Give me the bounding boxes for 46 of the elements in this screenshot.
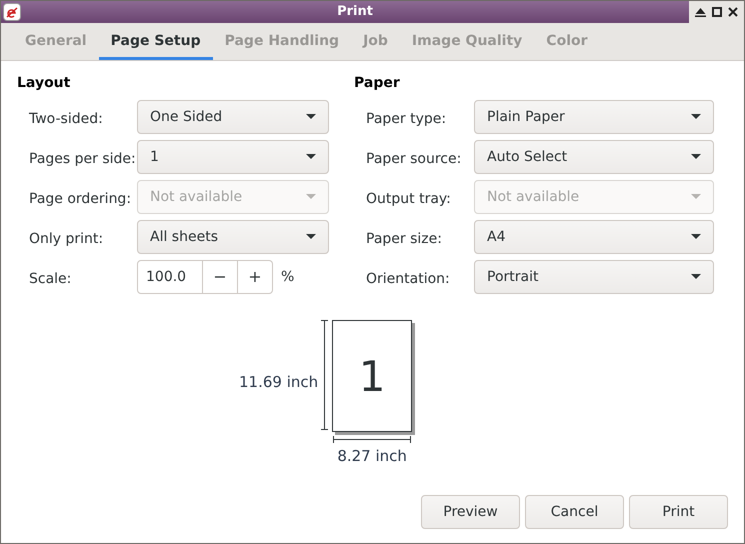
- dropdown[interactable]: 1: [137, 140, 329, 174]
- maximize-icon[interactable]: [712, 7, 722, 17]
- field-label: Paper type:: [366, 110, 448, 128]
- caret-icon: [691, 274, 701, 280]
- window-title: Print: [337, 3, 373, 22]
- field-label: Paper source:: [366, 150, 462, 168]
- caret-icon: [306, 194, 316, 200]
- height-dimension-icon: [321, 320, 328, 430]
- increase-button[interactable]: +: [238, 260, 273, 294]
- page-preview: 1: [332, 320, 412, 432]
- width-dimension-icon: [333, 436, 412, 443]
- field-label: Output tray:: [366, 190, 452, 208]
- decrease-button[interactable]: −: [203, 260, 238, 294]
- caret-icon: [691, 154, 701, 160]
- caret-icon: [691, 234, 701, 240]
- dropdown[interactable]: Plain Paper: [474, 100, 714, 134]
- unit-label: %: [281, 268, 294, 286]
- page-height-label: 11.69 inch: [239, 372, 318, 393]
- dropdown[interactable]: All sheets: [137, 220, 329, 254]
- field-label: Scale:: [29, 270, 72, 288]
- caret-icon: [691, 194, 701, 200]
- caret-icon: [306, 154, 316, 160]
- field-label: Paper size:: [366, 230, 443, 248]
- close-icon[interactable]: [728, 7, 738, 17]
- caret-icon: [691, 114, 701, 120]
- dialog-button[interactable]: Cancel: [525, 495, 624, 529]
- dropdown[interactable]: Portrait: [474, 260, 714, 294]
- field-label: Orientation:: [366, 270, 451, 288]
- shade-icon[interactable]: [695, 7, 706, 17]
- scale-field[interactable]: 100.0: [137, 260, 203, 294]
- dialog-button[interactable]: Print: [629, 495, 728, 529]
- dropdown[interactable]: Auto Select: [474, 140, 714, 174]
- tab[interactable]: Page Setup: [98, 23, 213, 60]
- page-width-label: 8.27 inch: [337, 446, 407, 467]
- dropdown[interactable]: One Sided: [137, 100, 329, 134]
- app-icon: [3, 3, 21, 21]
- dialog-button[interactable]: Preview: [421, 495, 520, 529]
- section-heading: Layout: [17, 74, 72, 93]
- field-label: Pages per side:: [29, 150, 137, 168]
- section-heading: Paper: [354, 74, 401, 93]
- dropdown[interactable]: A4: [474, 220, 714, 254]
- field-label: Only print:: [29, 230, 104, 248]
- caret-icon: [306, 234, 316, 240]
- caret-icon: [306, 114, 316, 120]
- field-label: Two-sided:: [29, 110, 104, 128]
- field-label: Page ordering:: [29, 190, 132, 208]
